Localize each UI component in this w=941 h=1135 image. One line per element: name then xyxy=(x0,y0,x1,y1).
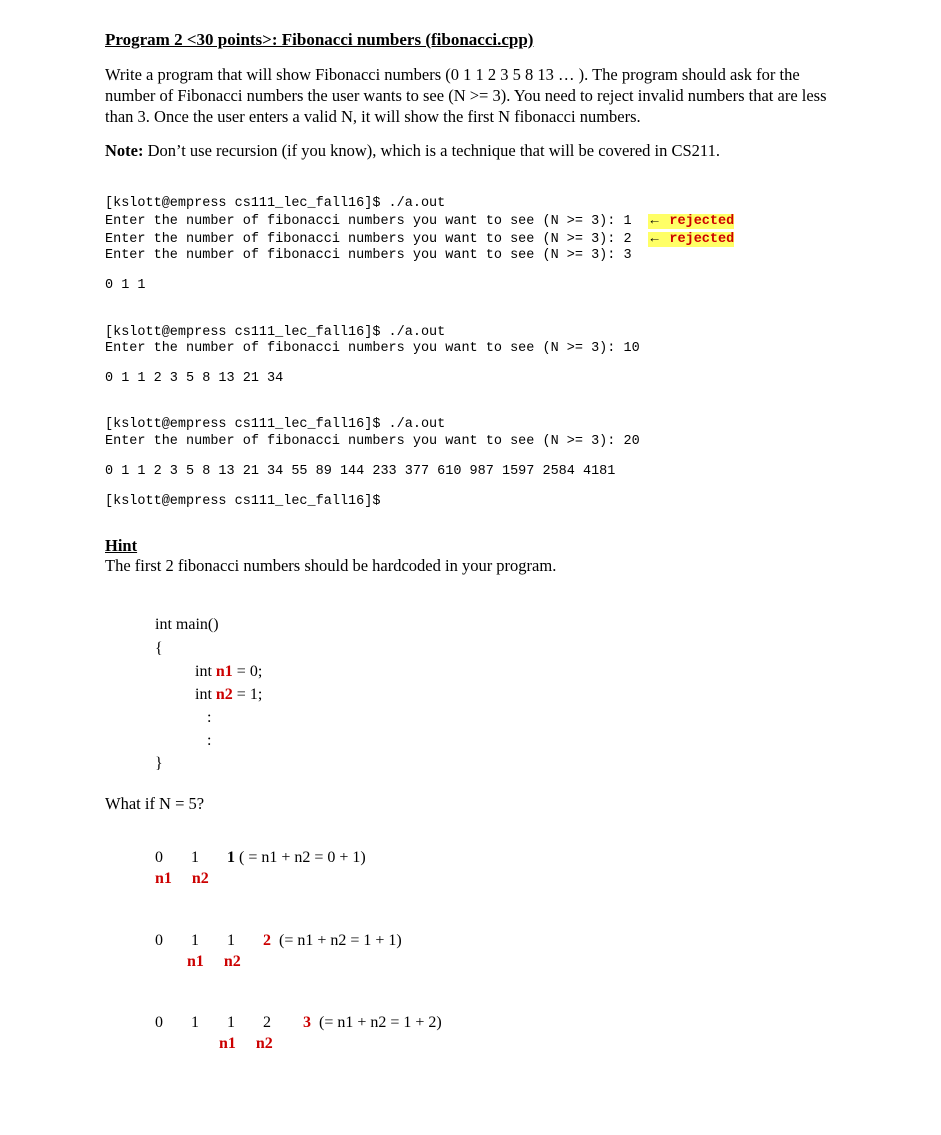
code-line: : xyxy=(155,709,211,726)
code-line: { xyxy=(155,640,163,657)
note-line: Note: Don’t use recursion (if you know),… xyxy=(105,141,831,161)
val: 1 xyxy=(227,1014,235,1031)
terminal-block-2: [kslott@empress cs111_lec_fall16]$ ./a.o… xyxy=(105,308,831,357)
var-n2: n2 xyxy=(216,686,233,703)
term-line: Enter the number of fibonacci numbers yo… xyxy=(105,214,648,229)
hint-text: The first 2 fibonacci numbers should be … xyxy=(105,556,831,576)
what-if-heading: What if N = 5? xyxy=(105,794,831,814)
hint-heading: Hint xyxy=(105,536,831,556)
term-line: Enter the number of fibonacci numbers yo… xyxy=(105,248,632,263)
note: ( = n1 + n2 = 0 + 1) xyxy=(235,849,366,866)
example-step-2: 0 1 1 2 (= n1 + n2 = 1 + 1) n1 n2 xyxy=(155,910,831,972)
code-line: int xyxy=(155,686,216,703)
val: 1 xyxy=(191,849,199,866)
code-line: = 1; xyxy=(233,686,262,703)
val: 0 xyxy=(155,932,163,949)
val: 2 xyxy=(263,1014,271,1031)
term-prompt: [kslott@empress cs111_lec_fall16]$ ./a.o… xyxy=(105,417,445,432)
val-new: 2 xyxy=(263,932,271,949)
val-new: 3 xyxy=(303,1014,311,1031)
code-line: : xyxy=(155,732,211,749)
terminal-block-3: [kslott@empress cs111_lec_fall16]$ ./a.o… xyxy=(105,401,831,450)
code-line: int xyxy=(155,663,216,680)
code-snippet: int main() { int n1 = 0; int n2 = 1; : :… xyxy=(155,590,831,776)
var-n1: n1 xyxy=(216,663,233,680)
arrow-icon: ← xyxy=(648,212,662,227)
terminal-output-1: 0 1 1 xyxy=(105,278,831,294)
program-title: Program 2 <30 points>: Fibonacci numbers… xyxy=(105,30,831,50)
term-line: Enter the number of fibonacci numbers yo… xyxy=(105,434,640,449)
rejected-text: rejected xyxy=(669,232,734,247)
val: 1 xyxy=(191,1014,199,1031)
code-line: = 0; xyxy=(233,663,262,680)
terminal-prompt-end: [kslott@empress cs111_lec_fall16]$ xyxy=(105,494,831,510)
term-line: Enter the number of fibonacci numbers yo… xyxy=(105,232,648,247)
example-step-1: 0 1 1 ( = n1 + n2 = 0 + 1) n1 n2 xyxy=(155,828,831,890)
term-prompt: [kslott@empress cs111_lec_fall16]$ ./a.o… xyxy=(105,325,445,340)
val: 1 xyxy=(227,932,235,949)
term-line: Enter the number of fibonacci numbers yo… xyxy=(105,341,640,356)
code-line: } xyxy=(155,755,163,772)
code-line: int main() xyxy=(155,616,219,633)
rejected-highlight: ← rejected xyxy=(648,214,734,229)
terminal-output-3: 0 1 1 2 3 5 8 13 21 34 55 89 144 233 377… xyxy=(105,464,831,480)
ptr-n2: n2 xyxy=(192,870,209,887)
val: 1 xyxy=(191,932,199,949)
ptr-n1: n1 xyxy=(155,870,172,887)
rejected-text: rejected xyxy=(669,214,734,229)
ptr-n2: n2 xyxy=(224,953,241,970)
note: (= n1 + n2 = 1 + 1) xyxy=(271,932,402,949)
val: 0 xyxy=(155,1014,163,1031)
terminal-block-1: [kslott@empress cs111_lec_fall16]$ ./a.o… xyxy=(105,179,831,264)
rejected-highlight: ← rejected xyxy=(648,232,734,247)
arrow-icon: ← xyxy=(648,230,662,245)
ptr-n2: n2 xyxy=(256,1035,273,1052)
ptr-n1: n1 xyxy=(187,953,204,970)
note-text: Don’t use recursion (if you know), which… xyxy=(143,141,719,160)
val-new: 1 xyxy=(227,849,235,866)
note: (= n1 + n2 = 1 + 2) xyxy=(311,1014,442,1031)
note-label: Note: xyxy=(105,141,143,160)
val: 0 xyxy=(155,849,163,866)
ptr-n1: n1 xyxy=(219,1035,236,1052)
terminal-output-2: 0 1 1 2 3 5 8 13 21 34 xyxy=(105,371,831,387)
program-description: Write a program that will show Fibonacci… xyxy=(105,64,831,127)
term-prompt: [kslott@empress cs111_lec_fall16]$ ./a.o… xyxy=(105,196,445,211)
document-page: Program 2 <30 points>: Fibonacci numbers… xyxy=(0,0,941,1135)
